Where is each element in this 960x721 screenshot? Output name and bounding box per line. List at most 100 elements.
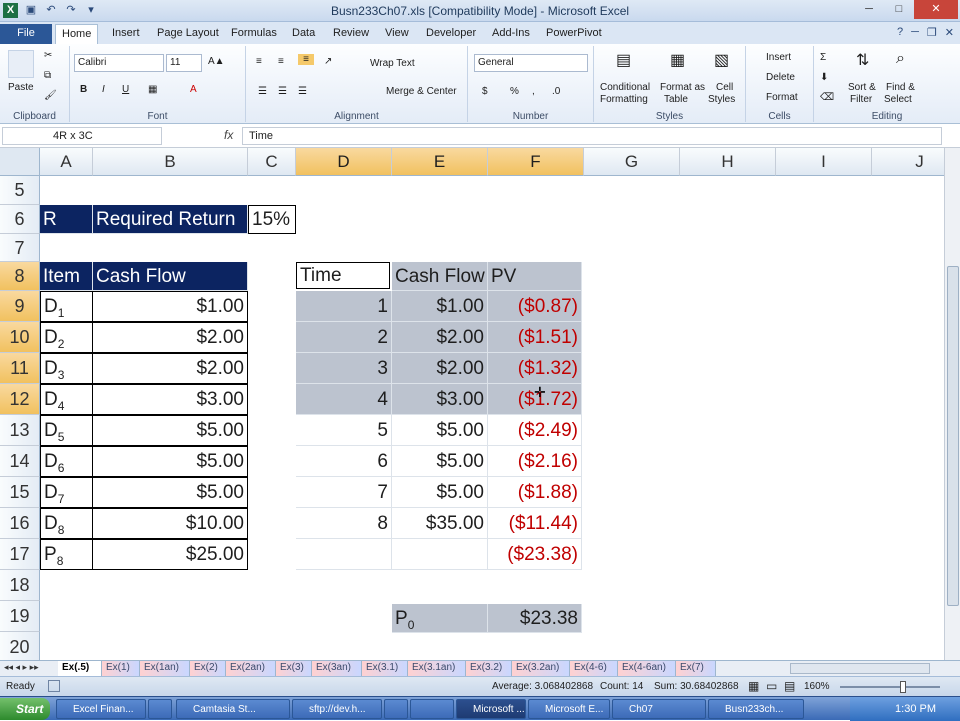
conditional-formatting-icon[interactable]: ▤ — [616, 50, 631, 70]
sheet-tab[interactable]: Ex(3an) — [312, 661, 362, 676]
paste-icon[interactable] — [8, 50, 34, 78]
taskbar-item[interactable]: Busn233ch... — [708, 699, 804, 719]
cut-icon[interactable]: ✂ — [44, 50, 52, 61]
sheet-tab[interactable]: Ex(1an) — [140, 661, 190, 676]
column-header-e[interactable]: E — [392, 148, 488, 176]
row-header-11[interactable]: 11 — [0, 353, 40, 384]
align-right-icon[interactable]: ☰ — [298, 86, 307, 97]
cell-e10[interactable]: $2.00 — [392, 322, 488, 353]
row-header-13[interactable]: 13 — [0, 415, 40, 446]
cell-e19[interactable]: P0 — [392, 604, 488, 633]
taskbar-item[interactable]: Microsoft E... — [528, 699, 610, 719]
underline-button[interactable]: U — [122, 84, 129, 95]
format-painter-icon[interactable]: 🖌 — [44, 90, 57, 101]
vertical-scrollbar[interactable] — [944, 148, 960, 660]
cell-f19[interactable]: $23.38 — [488, 604, 582, 633]
cell-e9[interactable]: $1.00 — [392, 291, 488, 322]
zoom-slider-handle[interactable] — [900, 681, 906, 693]
row-header-14[interactable]: 14 — [0, 446, 40, 477]
column-header-g[interactable]: G — [584, 148, 680, 176]
conditional-formatting-label-2[interactable]: Formatting — [600, 94, 648, 105]
comma-icon[interactable]: , — [532, 86, 535, 97]
cell-e11[interactable]: $2.00 — [392, 353, 488, 384]
sheet-tab[interactable]: Ex(3.2an) — [512, 661, 570, 676]
tab-home[interactable]: Home — [55, 24, 99, 44]
row-header-8[interactable]: 8 — [0, 262, 40, 291]
vertical-scroll-thumb[interactable] — [947, 266, 959, 606]
font-size-combo[interactable]: 11 — [166, 54, 202, 72]
cell-f14[interactable]: ($2.16) — [488, 446, 582, 477]
format-cells-button[interactable]: Format — [766, 92, 798, 103]
align-top-icon[interactable]: ≡ — [256, 56, 262, 67]
cell-a6[interactable]: R — [40, 205, 93, 234]
grow-font-icon[interactable]: A▲ — [208, 56, 225, 67]
taskbar-item[interactable]: Camtasia St... — [176, 699, 290, 719]
sort-filter-icon[interactable]: ⇅ — [856, 50, 869, 70]
taskbar-item[interactable] — [384, 699, 408, 719]
zoom-level[interactable]: 160% — [804, 681, 830, 692]
tab-insert[interactable]: Insert — [106, 24, 146, 44]
cell-d17[interactable] — [296, 539, 392, 570]
cell-b15[interactable]: $5.00 — [92, 477, 248, 508]
font-color-icon[interactable]: A — [190, 84, 197, 95]
start-button[interactable]: Start — [0, 698, 50, 720]
ribbon-minimize-icon[interactable]: ─ — [911, 26, 919, 39]
decimal-icon[interactable]: .0 — [552, 86, 560, 97]
cell-d11[interactable]: 3 — [296, 353, 392, 384]
cell-e13[interactable]: $5.00 — [392, 415, 488, 446]
tab-data[interactable]: Data — [286, 24, 321, 44]
cell-a11[interactable]: D3 — [40, 353, 93, 384]
cell-b10[interactable]: $2.00 — [92, 322, 248, 353]
tab-developer[interactable]: Developer — [420, 24, 482, 44]
column-header-i[interactable]: I — [776, 148, 872, 176]
number-format-combo[interactable]: General — [474, 54, 588, 72]
cell-b11[interactable]: $2.00 — [92, 353, 248, 384]
sheet-tab[interactable]: Ex(3.1) — [362, 661, 408, 676]
autosum-icon[interactable]: Σ — [820, 52, 826, 63]
taskbar-item[interactable]: sftp://dev.h... — [292, 699, 382, 719]
taskbar-item[interactable]: Excel Finan... — [56, 699, 146, 719]
align-middle-icon[interactable]: ≡ — [278, 56, 284, 67]
paste-button[interactable]: Paste — [8, 82, 34, 93]
cell-e15[interactable]: $5.00 — [392, 477, 488, 508]
cell-d8[interactable]: Time — [296, 262, 390, 289]
select-all-corner[interactable] — [0, 148, 40, 176]
cell-d14[interactable]: 6 — [296, 446, 392, 477]
cell-f8[interactable]: PV — [488, 262, 582, 291]
currency-button[interactable]: $ — [482, 86, 488, 97]
fill-icon[interactable]: ⬇ — [820, 72, 828, 83]
copy-icon[interactable]: ⧉ — [44, 70, 51, 81]
column-header-d[interactable]: D — [296, 148, 392, 176]
orientation-icon[interactable]: ↗ — [324, 56, 332, 67]
maximize-button[interactable]: □ — [884, 0, 914, 19]
row-header-20[interactable]: 20 — [0, 632, 40, 660]
cell-a9[interactable]: D1 — [40, 291, 93, 322]
tab-review[interactable]: Review — [327, 24, 375, 44]
cell-styles-icon[interactable]: ▧ — [714, 50, 729, 70]
taskbar-item[interactable]: Ch07 — [612, 699, 706, 719]
conditional-formatting-label-1[interactable]: Conditional — [600, 82, 650, 93]
tab-page-layout[interactable]: Page Layout — [151, 24, 225, 44]
cell-a8[interactable]: Item — [40, 262, 93, 291]
cell-d13[interactable]: 5 — [296, 415, 392, 446]
cell-d9[interactable]: 1 — [296, 291, 392, 322]
sheet-tab[interactable]: Ex(.5) — [58, 661, 102, 676]
cell-a17[interactable]: P8 — [40, 539, 93, 570]
sheet-tab[interactable]: Ex(4-6) — [570, 661, 618, 676]
row-header-12[interactable]: 12 — [0, 384, 40, 415]
ribbon-close-icon[interactable]: ✕ — [945, 26, 954, 39]
find-select-label-2[interactable]: Select — [884, 94, 912, 105]
cell-d15[interactable]: 7 — [296, 477, 392, 508]
borders-icon[interactable]: ▦ — [148, 84, 157, 95]
row-header-7[interactable]: 7 — [0, 234, 40, 262]
row-header-15[interactable]: 15 — [0, 477, 40, 508]
formula-input[interactable]: Time — [242, 127, 942, 145]
zoom-slider[interactable] — [840, 686, 940, 688]
column-header-j[interactable]: J — [872, 148, 944, 176]
merge-center-button[interactable]: Merge & Center — [386, 86, 457, 97]
macro-record-icon[interactable] — [48, 680, 60, 692]
format-as-table-label-1[interactable]: Format as — [660, 82, 705, 93]
column-header-c[interactable]: C — [248, 148, 296, 176]
cell-e14[interactable]: $5.00 — [392, 446, 488, 477]
delete-cells-button[interactable]: Delete — [766, 72, 795, 83]
